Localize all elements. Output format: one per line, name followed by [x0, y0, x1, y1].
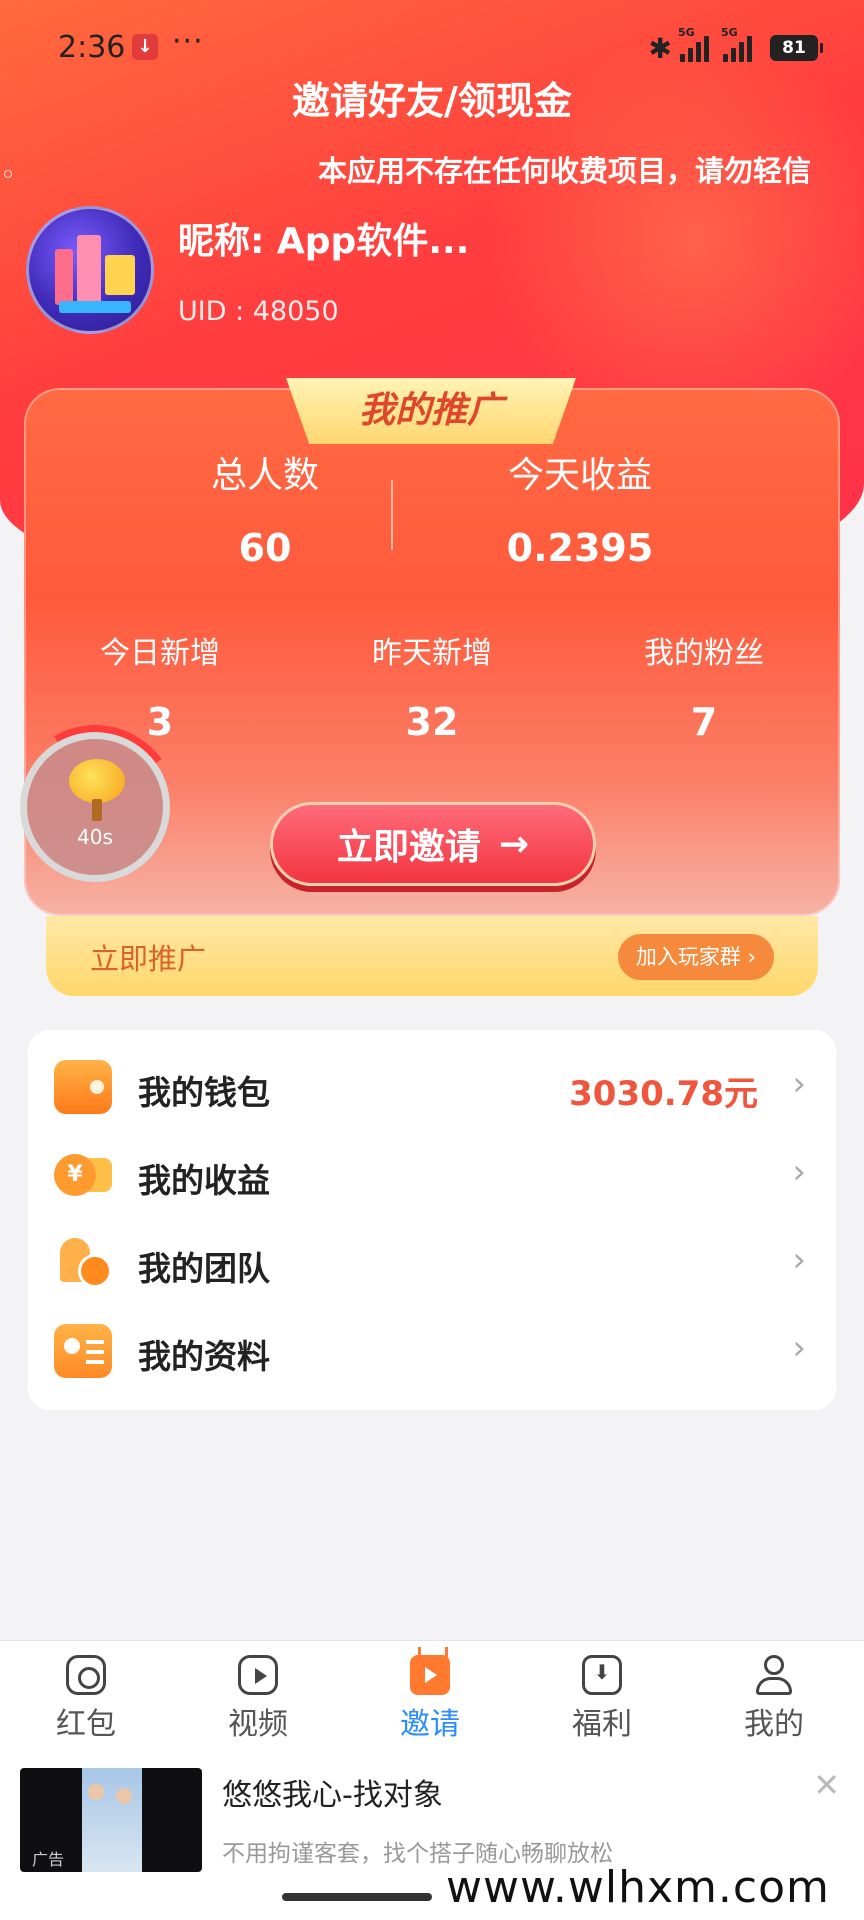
avatar[interactable]	[26, 206, 154, 334]
my-fans-value: 7	[690, 700, 718, 744]
dot-decoration	[4, 170, 12, 178]
chevron-right-icon: ›	[792, 1328, 806, 1368]
ad-title: 悠悠我心-找对象	[222, 1778, 443, 1813]
menu-item-label: 我的收益	[138, 1161, 270, 1200]
today-income-value: 0.2395	[506, 526, 654, 570]
tab-fuli[interactable]: 福利	[516, 1641, 688, 1761]
chevron-right-icon: ›	[792, 1240, 806, 1280]
coins-icon: ¥	[54, 1148, 112, 1202]
menu-item-profile[interactable]: 我的资料 ›	[28, 1308, 836, 1396]
battery-icon: 81	[770, 35, 823, 61]
gift-download-icon	[582, 1655, 622, 1695]
invite-now-label: 立即邀请	[336, 827, 481, 868]
notice-marquee: 本应用不存在任何收费项目，请勿轻信	[318, 154, 812, 188]
network-type: 5G	[678, 26, 695, 39]
status-icons: ✱ 5G 5G 81	[648, 26, 823, 66]
wallet-balance: 3030.78元	[569, 1074, 758, 1114]
home-indicator[interactable]	[282, 1893, 432, 1901]
red-packet-icon	[66, 1655, 106, 1695]
download-notification-icon: ↓	[132, 34, 158, 60]
tab-label: 我的	[744, 1707, 804, 1742]
video-icon	[238, 1655, 278, 1695]
menu-item-team[interactable]: 我的团队 ›	[28, 1220, 836, 1308]
tab-hongbao[interactable]: 红包	[0, 1641, 172, 1761]
yesterday-new-value: 32	[405, 700, 459, 744]
tab-me[interactable]: 我的	[688, 1641, 860, 1761]
total-people-label: 总人数	[210, 455, 319, 496]
menu-item-label: 我的团队	[138, 1249, 270, 1288]
tab-label: 福利	[572, 1707, 632, 1742]
team-icon	[54, 1236, 112, 1290]
my-fans-label: 我的粉丝	[644, 636, 764, 671]
today-income-label: 今天收益	[507, 455, 652, 496]
signal-icon: 5G	[721, 26, 752, 62]
timer-countdown: 40s	[77, 825, 113, 849]
arrow-right-icon: →	[498, 823, 530, 865]
ad-thumbnail: 广告	[20, 1768, 202, 1872]
tab-label: 邀请	[400, 1707, 460, 1742]
today-new-label: 今日新增	[100, 636, 220, 671]
stat-divider	[391, 480, 393, 550]
join-group-button[interactable]: 加入玩家群 ›	[617, 934, 774, 980]
promote-now-label: 立即推广	[90, 942, 207, 976]
user-icon	[754, 1655, 794, 1695]
signal-icon: 5G	[678, 26, 709, 62]
promotion-card-title: 我的推广	[286, 378, 576, 444]
tab-label: 红包	[56, 1707, 116, 1742]
tab-label: 视频	[228, 1707, 288, 1742]
yesterday-new-label: 昨天新增	[372, 636, 492, 671]
network-type: 5G	[721, 26, 738, 39]
nickname: 昵称: App软件...	[178, 221, 470, 262]
user-id: UID : 48050	[178, 296, 339, 327]
promote-bar[interactable]: 立即推广 加入玩家群 ›	[46, 916, 818, 996]
close-icon[interactable]: ✕	[813, 1766, 840, 1804]
invite-tv-icon	[410, 1655, 450, 1695]
chevron-right-icon: ›	[792, 1064, 806, 1104]
menu-item-label: 我的钱包	[138, 1073, 270, 1112]
more-notifications: ···	[172, 24, 204, 59]
bluetooth-icon: ✱	[648, 31, 672, 65]
ad-badge: 广告	[32, 1850, 65, 1869]
menu-list: 我的钱包 3030.78元 › ¥ 我的收益 › 我的团队 › 我的资料 ›	[28, 1030, 836, 1410]
menu-item-label: 我的资料	[138, 1337, 270, 1376]
bottom-tab-bar: 红包 视频 邀请 福利 我的	[0, 1640, 864, 1760]
menu-item-wallet[interactable]: 我的钱包 3030.78元 ›	[28, 1044, 836, 1132]
profile-card-icon	[54, 1324, 112, 1378]
tab-video[interactable]: 视频	[172, 1641, 344, 1761]
tab-invite[interactable]: 邀请	[344, 1641, 516, 1761]
status-time: 2:36	[58, 30, 126, 65]
total-people-value: 60	[238, 526, 292, 570]
chevron-right-icon: ›	[792, 1152, 806, 1192]
page-title: 邀请好友/领现金	[292, 79, 572, 123]
watermark: www.wlhxm.com	[446, 1862, 830, 1913]
wallet-icon	[54, 1060, 112, 1114]
invite-now-button[interactable]: 立即邀请 →	[270, 802, 596, 886]
menu-item-income[interactable]: ¥ 我的收益 ›	[28, 1132, 836, 1220]
